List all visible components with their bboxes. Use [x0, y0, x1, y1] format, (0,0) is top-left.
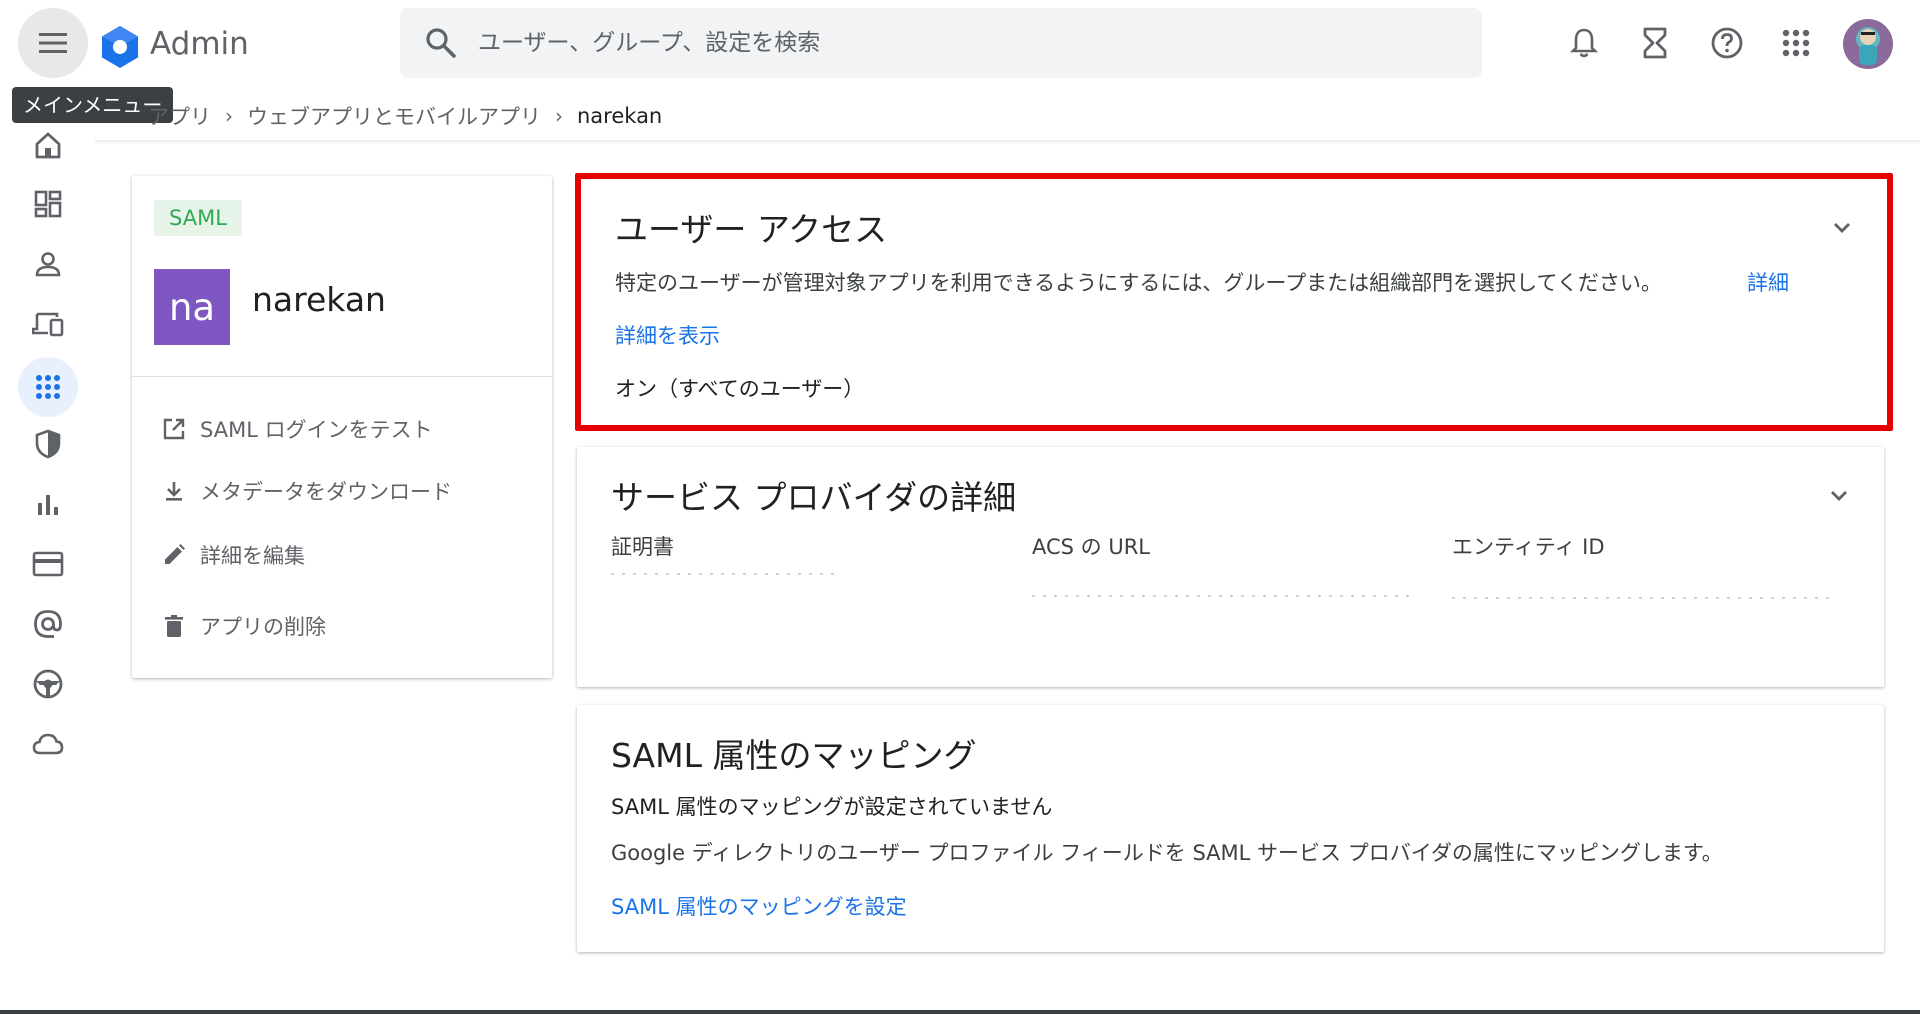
acs-url-value-redacted	[1032, 595, 1412, 597]
breadcrumb-divider	[95, 140, 1920, 144]
rail-devices[interactable]	[22, 298, 74, 350]
download-icon	[160, 477, 188, 505]
notifications-button[interactable]	[1563, 22, 1605, 64]
chevron-right-icon: ›	[555, 104, 563, 128]
account-avatar[interactable]	[1843, 19, 1893, 69]
top-bar: Admin	[0, 0, 1920, 88]
breadcrumb-current: narekan	[577, 104, 663, 128]
breadcrumb-item-web-mobile-apps[interactable]: ウェブアプリとモバイルアプリ	[247, 101, 541, 131]
rail-storage[interactable]	[22, 718, 74, 770]
reports-icon	[38, 495, 58, 515]
certificate-value-redacted	[611, 573, 841, 575]
security-icon	[35, 429, 61, 459]
card-divider	[132, 376, 552, 377]
attribute-mapping-description: Google ディレクトリのユーザー プロファイル フィールドを SAML サー…	[611, 841, 1723, 865]
help-icon	[1711, 27, 1743, 59]
chevron-down-icon[interactable]	[1824, 481, 1854, 511]
app-summary-card: SAML na narekan SAML ログインをテスト メタデータをダウンロ…	[132, 176, 552, 678]
open-in-new-icon	[160, 415, 188, 443]
test-saml-login-button[interactable]: SAML ログインをテスト	[160, 414, 433, 444]
person-icon	[35, 252, 61, 277]
billing-icon	[32, 551, 64, 577]
show-details-link[interactable]: 詳細を表示	[615, 320, 720, 350]
download-metadata-button[interactable]: メタデータをダウンロード	[160, 476, 452, 506]
apps-icon	[36, 375, 60, 399]
rail-support[interactable]	[22, 658, 74, 710]
main-menu-button[interactable]	[18, 8, 88, 78]
rail-users[interactable]	[22, 238, 74, 290]
dashboard-icon	[34, 190, 62, 218]
chevron-down-icon[interactable]	[1827, 213, 1857, 243]
edit-details-button[interactable]: 詳細を編集	[160, 540, 305, 570]
attribute-mapping-status: SAML 属性のマッピングが設定されていません	[611, 795, 1053, 819]
brand-name: Admin	[150, 26, 249, 62]
user-access-description: 特定のユーザーが管理対象アプリを利用できるようにするには、グループまたは組織部門…	[615, 271, 1662, 295]
user-access-title: ユーザー アクセス	[615, 210, 888, 249]
edit-details-label: 詳細を編集	[200, 544, 305, 568]
rail-apps[interactable]	[18, 357, 78, 417]
app-icon-tile: na	[154, 269, 230, 345]
search-icon	[426, 28, 456, 58]
rail-dashboard[interactable]	[22, 178, 74, 230]
configure-attribute-mapping-link[interactable]: SAML 属性のマッピングを設定	[611, 891, 907, 921]
search-bar[interactable]	[400, 8, 1482, 78]
user-access-panel[interactable]: ユーザー アクセス 特定のユーザーが管理対象アプリを利用できるようにするには、グ…	[575, 173, 1893, 431]
service-provider-panel[interactable]: サービス プロバイダの詳細 証明書 ACS の URL エンティティ ID	[577, 447, 1884, 687]
at-icon	[34, 610, 62, 638]
service-provider-title: サービス プロバイダの詳細	[611, 478, 1017, 517]
hamburger-icon	[39, 33, 67, 53]
delete-icon	[160, 612, 188, 640]
devices-icon	[32, 312, 64, 337]
support-icon	[33, 669, 63, 699]
delete-app-button[interactable]: アプリの削除	[160, 611, 326, 641]
user-access-status: オン（すべてのユーザー）	[615, 377, 865, 401]
tasks-button[interactable]	[1634, 22, 1676, 64]
rail-billing[interactable]	[22, 538, 74, 590]
avatar-figure-icon	[1859, 29, 1877, 65]
bell-icon	[1569, 28, 1599, 58]
apps-launcher-button[interactable]	[1775, 22, 1817, 64]
delete-app-label: アプリの削除	[200, 615, 326, 639]
breadcrumb: アプリ › ウェブアプリとモバイルアプリ › narekan	[148, 101, 662, 131]
admin-logo-icon[interactable]	[97, 24, 143, 70]
entity-id-column-header: エンティティ ID	[1452, 535, 1605, 559]
attribute-mapping-title: SAML 属性のマッピング	[611, 736, 977, 775]
window-bottom-edge	[0, 1010, 1920, 1014]
test-saml-login-label: SAML ログインをテスト	[200, 418, 433, 442]
learn-more-link[interactable]: 詳細	[1747, 267, 1789, 297]
rail-reports[interactable]	[22, 478, 74, 530]
search-input[interactable]	[478, 30, 1438, 56]
rail-home[interactable]	[22, 119, 74, 171]
rail-domains[interactable]	[22, 598, 74, 650]
cloud-icon	[32, 733, 64, 755]
acs-url-column-header: ACS の URL	[1032, 535, 1151, 559]
entity-id-value-redacted	[1452, 597, 1832, 599]
certificate-column-header: 証明書	[611, 535, 674, 559]
breadcrumb-item-apps[interactable]: アプリ	[148, 101, 211, 131]
help-button[interactable]	[1706, 22, 1748, 64]
grid-apps-icon	[1782, 29, 1810, 57]
download-metadata-label: メタデータをダウンロード	[200, 480, 452, 504]
rail-security[interactable]	[22, 418, 74, 470]
chevron-right-icon: ›	[225, 104, 233, 128]
saml-badge: SAML	[154, 200, 242, 236]
edit-icon	[160, 541, 188, 569]
hourglass-icon	[1643, 27, 1667, 59]
attribute-mapping-panel[interactable]: SAML 属性のマッピング SAML 属性のマッピングが設定されていません Go…	[577, 705, 1884, 952]
app-name: narekan	[252, 280, 386, 319]
home-icon	[35, 132, 61, 159]
